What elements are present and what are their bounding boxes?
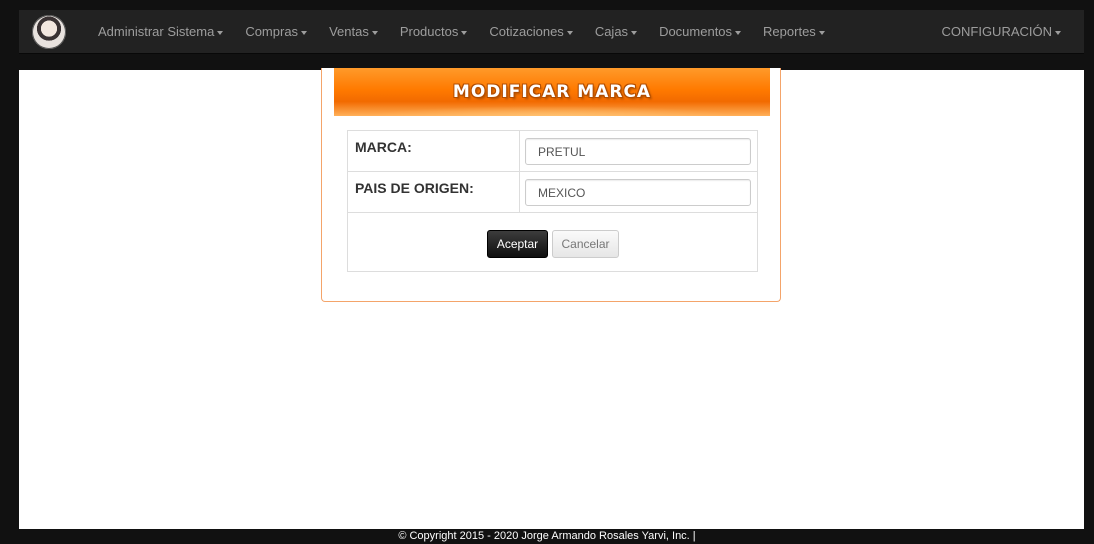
menu-administrar-sistema[interactable]: Administrar Sistema bbox=[87, 10, 234, 54]
config-menu-wrap: CONFIGURACIÓN bbox=[931, 10, 1073, 54]
marca-input[interactable] bbox=[525, 138, 751, 165]
menu-productos[interactable]: Productos bbox=[389, 10, 479, 54]
menu-label: Administrar Sistema bbox=[98, 24, 215, 39]
footer-copyright: © Copyright 2015 - 2020 Jorge Armando Ro… bbox=[398, 530, 696, 542]
menu-label: Cotizaciones bbox=[489, 24, 564, 39]
menu-compras[interactable]: Compras bbox=[234, 10, 318, 54]
menu-label: Documentos bbox=[659, 24, 733, 39]
edit-brand-panel: MODIFICAR MARCA MARCA: PAIS DE ORIGEN: A… bbox=[321, 68, 781, 302]
caret-down-icon bbox=[818, 30, 825, 35]
caret-down-icon bbox=[301, 30, 308, 35]
main-content: MODIFICAR MARCA MARCA: PAIS DE ORIGEN: A… bbox=[19, 68, 1084, 529]
main-menu: Administrar Sistema Compras Ventas Produ… bbox=[87, 10, 836, 54]
menu-label: Reportes bbox=[763, 24, 816, 39]
accept-button[interactable]: Aceptar bbox=[487, 230, 548, 258]
caret-down-icon bbox=[217, 30, 224, 35]
menu-label: Productos bbox=[399, 24, 459, 39]
column-divider bbox=[519, 172, 520, 212]
caret-down-icon bbox=[631, 30, 638, 35]
cancel-button[interactable]: Cancelar bbox=[552, 230, 619, 258]
user-avatar[interactable] bbox=[32, 15, 66, 49]
brand-form: MARCA: PAIS DE ORIGEN: Aceptar Cancelar bbox=[347, 130, 758, 272]
form-actions: Aceptar Cancelar bbox=[348, 213, 757, 271]
caret-down-icon bbox=[566, 30, 573, 35]
column-divider bbox=[519, 131, 520, 171]
menu-cajas[interactable]: Cajas bbox=[584, 10, 648, 54]
menu-ventas[interactable]: Ventas bbox=[318, 10, 389, 54]
menu-cotizaciones[interactable]: Cotizaciones bbox=[478, 10, 583, 54]
menu-label: Ventas bbox=[329, 24, 369, 39]
top-navbar: Administrar Sistema Compras Ventas Produ… bbox=[19, 10, 1084, 54]
caret-down-icon bbox=[461, 30, 468, 35]
menu-configuracion[interactable]: CONFIGURACIÓN bbox=[931, 10, 1073, 54]
menu-label: Compras bbox=[245, 24, 299, 39]
caret-down-icon bbox=[371, 30, 378, 35]
menu-documentos[interactable]: Documentos bbox=[648, 10, 752, 54]
menu-reportes[interactable]: Reportes bbox=[752, 10, 836, 54]
pais-origen-input[interactable] bbox=[525, 179, 751, 206]
marca-label: MARCA: bbox=[355, 139, 412, 155]
panel-banner: MODIFICAR MARCA bbox=[334, 68, 770, 116]
form-row-pais: PAIS DE ORIGEN: bbox=[348, 172, 757, 213]
menu-label: CONFIGURACIÓN bbox=[941, 24, 1053, 39]
pais-origen-label: PAIS DE ORIGEN: bbox=[355, 180, 474, 196]
form-row-marca: MARCA: bbox=[348, 131, 757, 172]
app-frame: Administrar Sistema Compras Ventas Produ… bbox=[0, 0, 1094, 544]
caret-down-icon bbox=[1055, 30, 1061, 35]
caret-down-icon bbox=[735, 30, 742, 35]
panel-title: MODIFICAR MARCA bbox=[452, 82, 652, 102]
menu-label: Cajas bbox=[594, 24, 629, 39]
